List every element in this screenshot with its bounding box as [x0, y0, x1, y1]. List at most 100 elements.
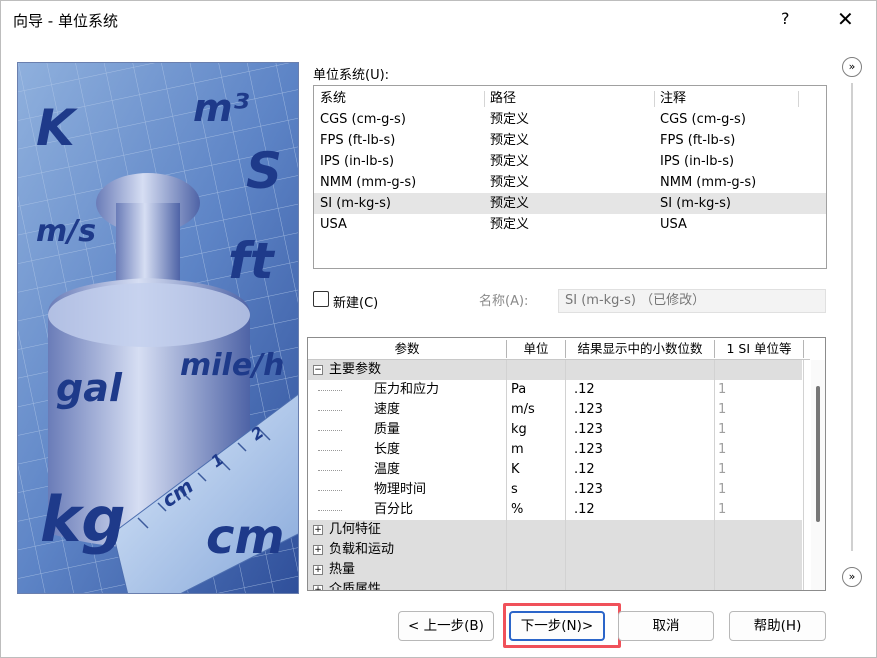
unit-kg: kg: [40, 483, 126, 556]
group-loads-motion[interactable]: + 负载和运动: [308, 540, 802, 560]
unit-row-si[interactable]: SI (m-kg-s) 预定义 SI (m-kg-s): [314, 193, 826, 214]
unit-list-header: 系统 路径 注释: [314, 88, 826, 109]
col-path[interactable]: 路径: [490, 88, 516, 109]
new-system-checkbox[interactable]: [313, 291, 329, 307]
expand-icon[interactable]: +: [313, 525, 323, 535]
title-bar: 向导 - 单位系统 ? ✕: [1, 1, 876, 41]
tree-connector: [318, 470, 342, 471]
expand-icon[interactable]: +: [313, 565, 323, 575]
cancel-button[interactable]: 取消: [618, 611, 714, 641]
param-si: 1: [718, 382, 727, 397]
col-parameter[interactable]: 参数: [308, 338, 506, 360]
unit-row-path: 预定义: [490, 112, 530, 127]
param-unit[interactable]: s: [511, 480, 518, 500]
unit-row-system: NMM (mm-g-s): [320, 175, 417, 190]
unit-row-system: CGS (cm-g-s): [320, 112, 406, 127]
name-field[interactable]: SI (m-kg-s) （已修改）: [558, 289, 826, 313]
units-illustration: K m³ S m/s ft gal mile/h kg cm cm 1 2: [17, 62, 299, 594]
param-unit[interactable]: m: [511, 440, 524, 460]
param-row-temperature[interactable]: 温度 K .12 1: [308, 460, 802, 480]
scrollbar-thumb[interactable]: [816, 386, 820, 522]
unit-row-path: 预定义: [490, 175, 530, 190]
group-geometry[interactable]: + 几何特征: [308, 520, 802, 540]
unit-m3: m³: [193, 86, 250, 130]
unit-row-path: 预定义: [490, 217, 530, 232]
param-row-velocity[interactable]: 速度 m/s .123 1: [308, 400, 802, 420]
param-decimals[interactable]: .123: [574, 420, 603, 440]
close-icon[interactable]: ✕: [837, 7, 854, 31]
unit-K: K: [36, 99, 78, 157]
unit-row-path: 预定义: [490, 133, 530, 148]
back-button[interactable]: < 上一步(B): [398, 611, 494, 641]
expand-icon[interactable]: +: [313, 585, 323, 590]
param-name: 百分比: [374, 502, 414, 517]
side-divider: [851, 83, 853, 551]
help-icon[interactable]: ?: [781, 9, 790, 28]
param-decimals[interactable]: .123: [574, 480, 603, 500]
parameter-grid-scrollbar[interactable]: [811, 360, 825, 590]
unit-row-system: IPS (in-lb-s): [320, 154, 395, 169]
collapse-panel-icon[interactable]: »: [842, 57, 862, 77]
new-system-label[interactable]: 新建(C): [333, 292, 378, 311]
param-si: 1: [718, 442, 727, 457]
param-decimals[interactable]: .12: [574, 500, 595, 520]
group-heat[interactable]: + 热量: [308, 560, 802, 580]
param-name: 压力和应力: [374, 382, 440, 397]
param-row-physical-time[interactable]: 物理时间 s .123 1: [308, 480, 802, 500]
help-button[interactable]: 帮助(H): [729, 611, 826, 641]
param-decimals[interactable]: .12: [574, 380, 595, 400]
tree-connector: [318, 490, 342, 491]
units-illustration-art: K m³ S m/s ft gal mile/h kg cm cm 1 2: [18, 63, 298, 593]
unit-mileh: mile/h: [180, 348, 285, 383]
param-row-percentage[interactable]: 百分比 % .12 1: [308, 500, 802, 520]
expand-icon[interactable]: +: [313, 545, 323, 555]
param-decimals[interactable]: .123: [574, 440, 603, 460]
param-unit[interactable]: %: [511, 500, 523, 520]
next-button[interactable]: 下一步(N)>: [509, 611, 605, 641]
col-system[interactable]: 系统: [320, 88, 346, 109]
param-row-pressure[interactable]: 压力和应力 Pa .12 1: [308, 380, 802, 400]
expand-panel-icon[interactable]: »: [842, 567, 862, 587]
param-row-mass[interactable]: 质量 kg .123 1: [308, 420, 802, 440]
col-unit[interactable]: 单位: [507, 338, 565, 360]
param-decimals[interactable]: .12: [574, 460, 595, 480]
unit-row-note: USA: [660, 217, 687, 232]
unit-row-system: FPS (ft-lb-s): [320, 133, 396, 148]
group-label: 主要参数: [329, 362, 382, 377]
group-primary-params[interactable]: − 主要参数: [308, 360, 802, 380]
wizard-dialog: 向导 - 单位系统 ? ✕ K m³ S m/s ft gal mile/h k…: [0, 0, 877, 658]
param-si: 1: [718, 502, 727, 517]
param-name: 物理时间: [374, 482, 427, 497]
unit-ft: ft: [228, 232, 276, 290]
unit-row-nmm[interactable]: NMM (mm-g-s) 预定义 NMM (mm-g-s): [314, 172, 826, 193]
param-unit[interactable]: K: [511, 460, 520, 480]
col-si-equivalent[interactable]: 1 SI 单位等: [715, 338, 803, 360]
param-si: 1: [718, 462, 727, 477]
param-si: 1: [718, 482, 727, 497]
collapse-icon[interactable]: −: [313, 365, 323, 375]
col-note[interactable]: 注释: [660, 88, 686, 109]
name-label: 名称(A):: [479, 294, 529, 309]
unit-row-ips[interactable]: IPS (in-lb-s) 预定义 IPS (in-lb-s): [314, 151, 826, 172]
unit-gal: gal: [56, 366, 123, 410]
group-media-properties[interactable]: + 介质属性: [308, 580, 802, 590]
param-row-length[interactable]: 长度 m .123 1: [308, 440, 802, 460]
unit-row-fps[interactable]: FPS (ft-lb-s) 预定义 FPS (ft-lb-s): [314, 130, 826, 151]
unit-row-note: SI (m-kg-s): [660, 196, 731, 211]
unit-row-system: USA: [320, 217, 347, 232]
param-name: 质量: [374, 422, 401, 437]
parameter-grid-header: 参数 单位 结果显示中的小数位数 1 SI 单位等: [308, 338, 810, 360]
unit-row-usa[interactable]: USA 预定义 USA: [314, 214, 826, 235]
tree-connector: [318, 390, 342, 391]
col-decimals[interactable]: 结果显示中的小数位数: [566, 338, 714, 360]
group-label: 几何特征: [329, 522, 382, 537]
param-unit[interactable]: Pa: [511, 380, 526, 400]
param-unit[interactable]: kg: [511, 420, 527, 440]
unit-row-system: SI (m-kg-s): [320, 196, 391, 211]
unit-system-list[interactable]: 系统 路径 注释 CGS (cm-g-s) 预定义 CGS (cm-g-s) F…: [313, 85, 827, 269]
param-unit[interactable]: m/s: [511, 400, 535, 420]
param-decimals[interactable]: .123: [574, 400, 603, 420]
parameter-grid[interactable]: 参数 单位 结果显示中的小数位数 1 SI 单位等 − 主要参数 压力和应力 P…: [307, 337, 826, 591]
unit-row-cgs[interactable]: CGS (cm-g-s) 预定义 CGS (cm-g-s): [314, 109, 826, 130]
group-label: 热量: [329, 562, 356, 577]
